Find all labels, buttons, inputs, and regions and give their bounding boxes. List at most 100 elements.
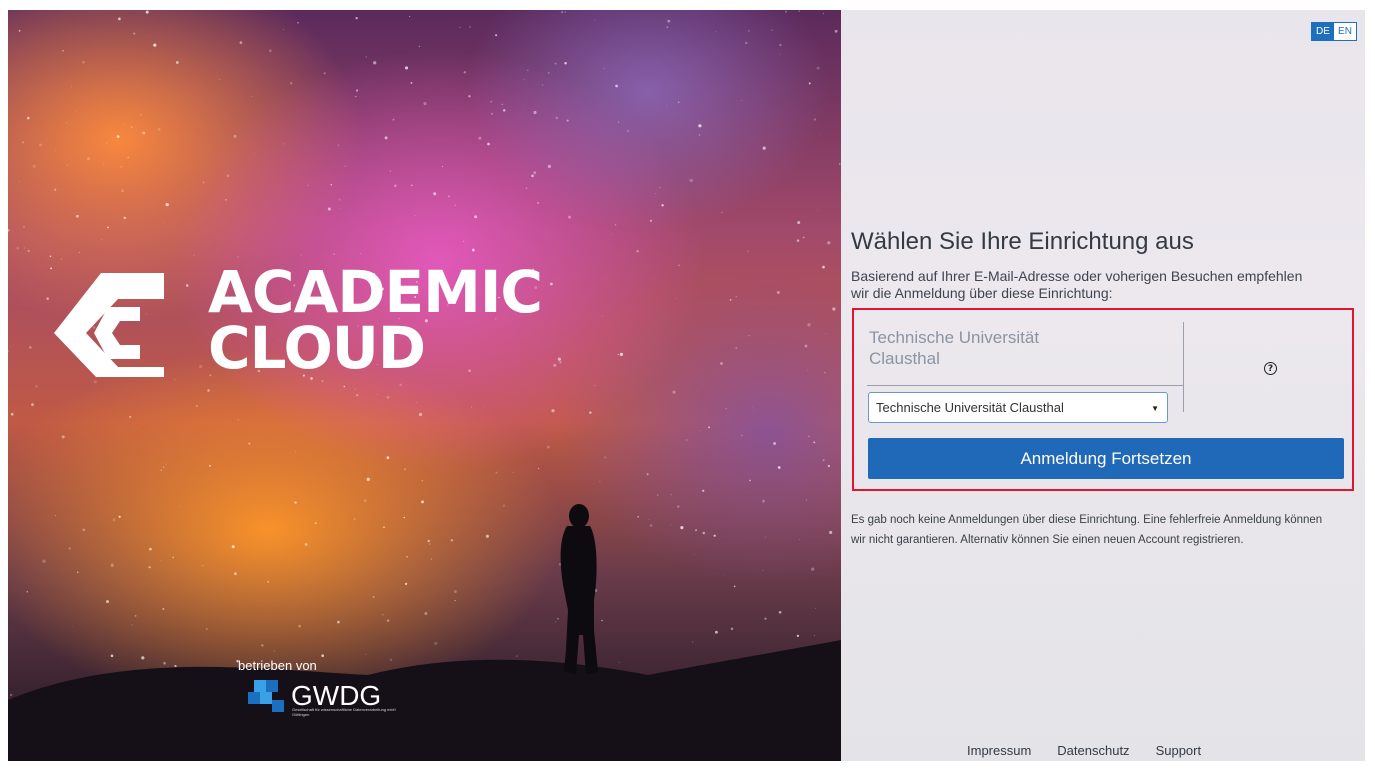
star	[403, 516, 405, 519]
star	[160, 560, 162, 562]
star	[779, 43, 782, 47]
star	[55, 149, 57, 152]
star	[502, 504, 506, 507]
star	[469, 26, 471, 28]
star	[702, 489, 705, 492]
language-en-button[interactable]: EN	[1334, 23, 1356, 40]
star	[209, 465, 211, 467]
star	[226, 174, 230, 178]
vertical-divider	[1183, 322, 1184, 412]
star	[557, 357, 561, 361]
star	[676, 298, 678, 299]
footer-link-support[interactable]: Support	[1156, 743, 1202, 758]
star	[495, 34, 498, 37]
star	[614, 224, 617, 226]
star	[28, 345, 32, 349]
star	[355, 16, 358, 20]
star	[26, 591, 29, 593]
star	[383, 526, 385, 528]
star	[148, 35, 149, 37]
institution-select[interactable]: Technische Universität Clausthal ▼	[868, 392, 1168, 423]
star	[670, 494, 672, 496]
star	[225, 199, 227, 201]
star	[752, 407, 754, 409]
star	[131, 624, 133, 626]
star	[778, 610, 782, 614]
continue-login-button[interactable]: Anmeldung Fortsetzen	[868, 438, 1344, 479]
star	[808, 435, 810, 438]
star	[162, 607, 165, 611]
star	[133, 32, 136, 35]
star	[454, 599, 456, 602]
star	[354, 388, 356, 390]
star	[253, 153, 255, 155]
star	[594, 384, 596, 386]
star	[142, 131, 146, 135]
star	[796, 634, 800, 638]
page-title: Wählen Sie Ihre Einrichtung aus	[851, 228, 1194, 255]
star	[450, 539, 454, 542]
star	[127, 156, 130, 159]
star	[389, 658, 393, 662]
star	[649, 524, 653, 527]
star	[239, 41, 243, 44]
star	[723, 574, 725, 576]
star	[330, 184, 333, 186]
star	[471, 406, 472, 408]
star	[516, 655, 518, 657]
star	[416, 402, 417, 404]
star	[427, 539, 430, 543]
star	[433, 192, 437, 196]
star	[283, 143, 285, 145]
institution-name-divider	[867, 385, 1184, 386]
star	[829, 530, 833, 534]
brand-name: ACADEMIC CLOUD	[208, 263, 543, 382]
star	[237, 419, 239, 421]
star	[418, 412, 423, 417]
star	[823, 13, 824, 15]
star	[702, 531, 706, 535]
star	[55, 515, 57, 517]
star	[542, 84, 544, 86]
star	[165, 463, 167, 465]
star	[531, 174, 534, 178]
star	[140, 114, 142, 116]
star	[665, 105, 668, 107]
star	[8, 229, 10, 232]
star	[10, 412, 14, 416]
star	[695, 529, 698, 532]
star	[454, 204, 456, 207]
star	[321, 654, 325, 658]
footer-link-impressum[interactable]: Impressum	[967, 743, 1031, 758]
star	[174, 664, 177, 668]
star	[678, 264, 680, 266]
star	[101, 239, 103, 241]
star	[248, 442, 251, 445]
star	[163, 662, 166, 665]
star	[657, 494, 659, 496]
star	[741, 100, 743, 101]
footer-link-datenschutz[interactable]: Datenschutz	[1057, 743, 1129, 758]
star	[267, 580, 270, 583]
star	[121, 189, 124, 193]
star	[23, 247, 25, 249]
star	[594, 19, 596, 21]
star	[106, 600, 109, 604]
language-de-button[interactable]: DE	[1312, 23, 1334, 40]
star	[39, 143, 42, 147]
star	[699, 430, 701, 431]
star	[406, 555, 408, 558]
star	[533, 110, 537, 115]
star	[207, 389, 210, 392]
star	[693, 554, 695, 555]
star	[762, 570, 764, 571]
star	[384, 136, 388, 140]
brand-line-2: CLOUD	[208, 314, 426, 382]
question-circle-icon[interactable]: ?	[1264, 362, 1277, 375]
star	[323, 72, 326, 75]
star	[149, 547, 152, 551]
star	[599, 481, 601, 483]
chevron-down-icon: ▼	[1151, 404, 1159, 413]
star	[807, 323, 811, 327]
star	[463, 240, 465, 242]
